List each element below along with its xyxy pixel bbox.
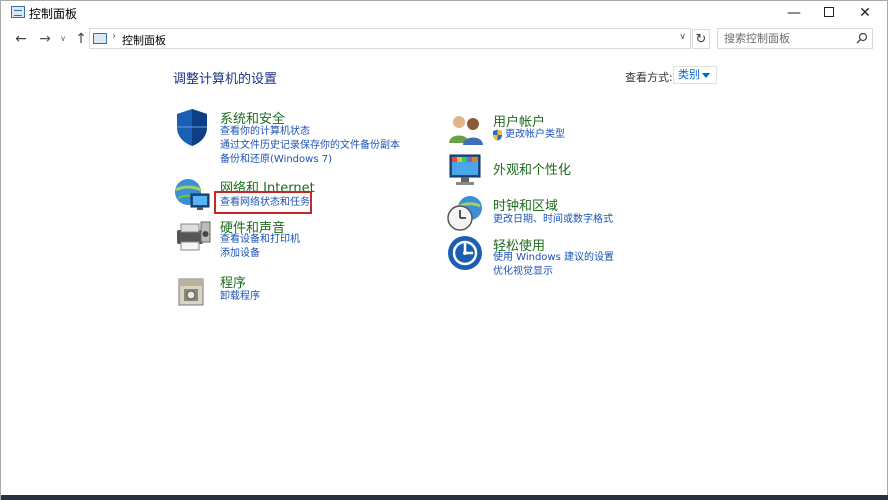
link-view-computer-status[interactable]: 查看你的计算机状态 [220,125,310,139]
category-title-programs[interactable]: 程序 [220,272,246,291]
page-heading: 调整计算机的设置 [173,72,278,87]
network-globe-icon[interactable] [173,176,213,214]
link-view-devices-printers[interactable]: 查看设备和打印机 [220,233,300,247]
link-backup-restore-win7[interactable]: 备份和还原(Windows 7) [220,153,332,167]
link-uninstall-program[interactable]: 卸载程序 [220,290,260,304]
category-title-appearance-personalization[interactable]: 外观和个性化 [493,159,571,178]
search-icon[interactable] [856,32,868,44]
forward-button[interactable]: → [35,29,55,49]
ease-of-access-icon[interactable] [446,234,484,272]
category-user-accounts: 用户帐户 更改帐户类型 [446,111,706,147]
close-button[interactable]: ✕ [847,1,883,25]
category-ease-of-access: 轻松使用 使用 Windows 建议的设置 优化视觉显示 [446,234,706,282]
maximize-icon [824,6,834,17]
link-change-account-type[interactable]: 更改帐户类型 [505,128,565,142]
link-windows-recommended-settings[interactable]: 使用 Windows 建议的设置 [493,251,614,265]
control-panel-app-icon [11,6,25,18]
category-clock-region: 时钟和区域 更改日期、时间或数字格式 [446,194,706,234]
back-button[interactable]: ← [11,29,31,49]
link-add-device[interactable]: 添加设备 [220,247,260,261]
link-change-date-time-format[interactable]: 更改日期、时间或数字格式 [493,213,613,227]
address-bar[interactable]: › 控制面板 ∨ [89,28,691,49]
title-bar[interactable]: 控制面板 — ✕ [1,1,887,25]
view-by-label: 查看方式: [625,71,673,84]
chevron-down-icon [702,73,710,78]
breadcrumb-control-panel[interactable]: 控制面板 [122,32,166,48]
highlight-box [214,191,312,214]
up-button[interactable]: ↑ [71,29,91,49]
search-input[interactable] [718,29,852,48]
recent-locations-button[interactable]: ∨ [57,29,69,49]
navigation-bar: ← → ∨ ↑ › 控制面板 ∨ ↻ [1,27,887,51]
view-by-dropdown[interactable]: 类别 [673,66,717,84]
breadcrumb-separator[interactable]: › [112,31,116,42]
refresh-button[interactable]: ↻ [692,29,710,49]
minimize-button[interactable]: — [776,1,812,25]
category-system-security: 系统和安全 查看你的计算机状态 通过文件历史记录保存你的文件备份副本 备份和还原… [173,107,433,171]
category-title-clock-region[interactable]: 时钟和区域 [493,195,558,214]
view-by-value: 类别 [678,68,700,81]
control-panel-small-icon [93,33,107,44]
monitor-personalization-icon[interactable] [446,151,486,189]
category-hardware-sound: 硬件和声音 查看设备和打印机 添加设备 [173,216,433,264]
link-optimize-visual-display[interactable]: 优化视觉显示 [493,265,553,279]
search-box[interactable] [717,28,873,49]
window-bottom-edge [1,495,888,500]
link-file-history-backup[interactable]: 通过文件历史记录保存你的文件备份副本 [220,139,400,153]
address-dropdown-button[interactable]: ∨ [679,32,686,42]
programs-box-icon[interactable] [173,271,211,309]
category-appearance-personalization: 外观和个性化 [446,151,706,191]
printer-speaker-icon[interactable] [173,216,213,252]
window-title: 控制面板 [29,7,78,21]
shield-icon[interactable] [173,107,211,147]
users-icon[interactable] [446,111,486,147]
control-panel-window: 控制面板 — ✕ ← → ∨ ↑ › 控制面板 ∨ ↻ 调整计算机的设置 查看方… [0,0,888,500]
category-programs: 程序 卸载程序 [173,271,433,311]
uac-shield-icon [493,129,502,141]
maximize-button[interactable] [811,1,847,25]
clock-globe-icon[interactable] [446,194,486,232]
